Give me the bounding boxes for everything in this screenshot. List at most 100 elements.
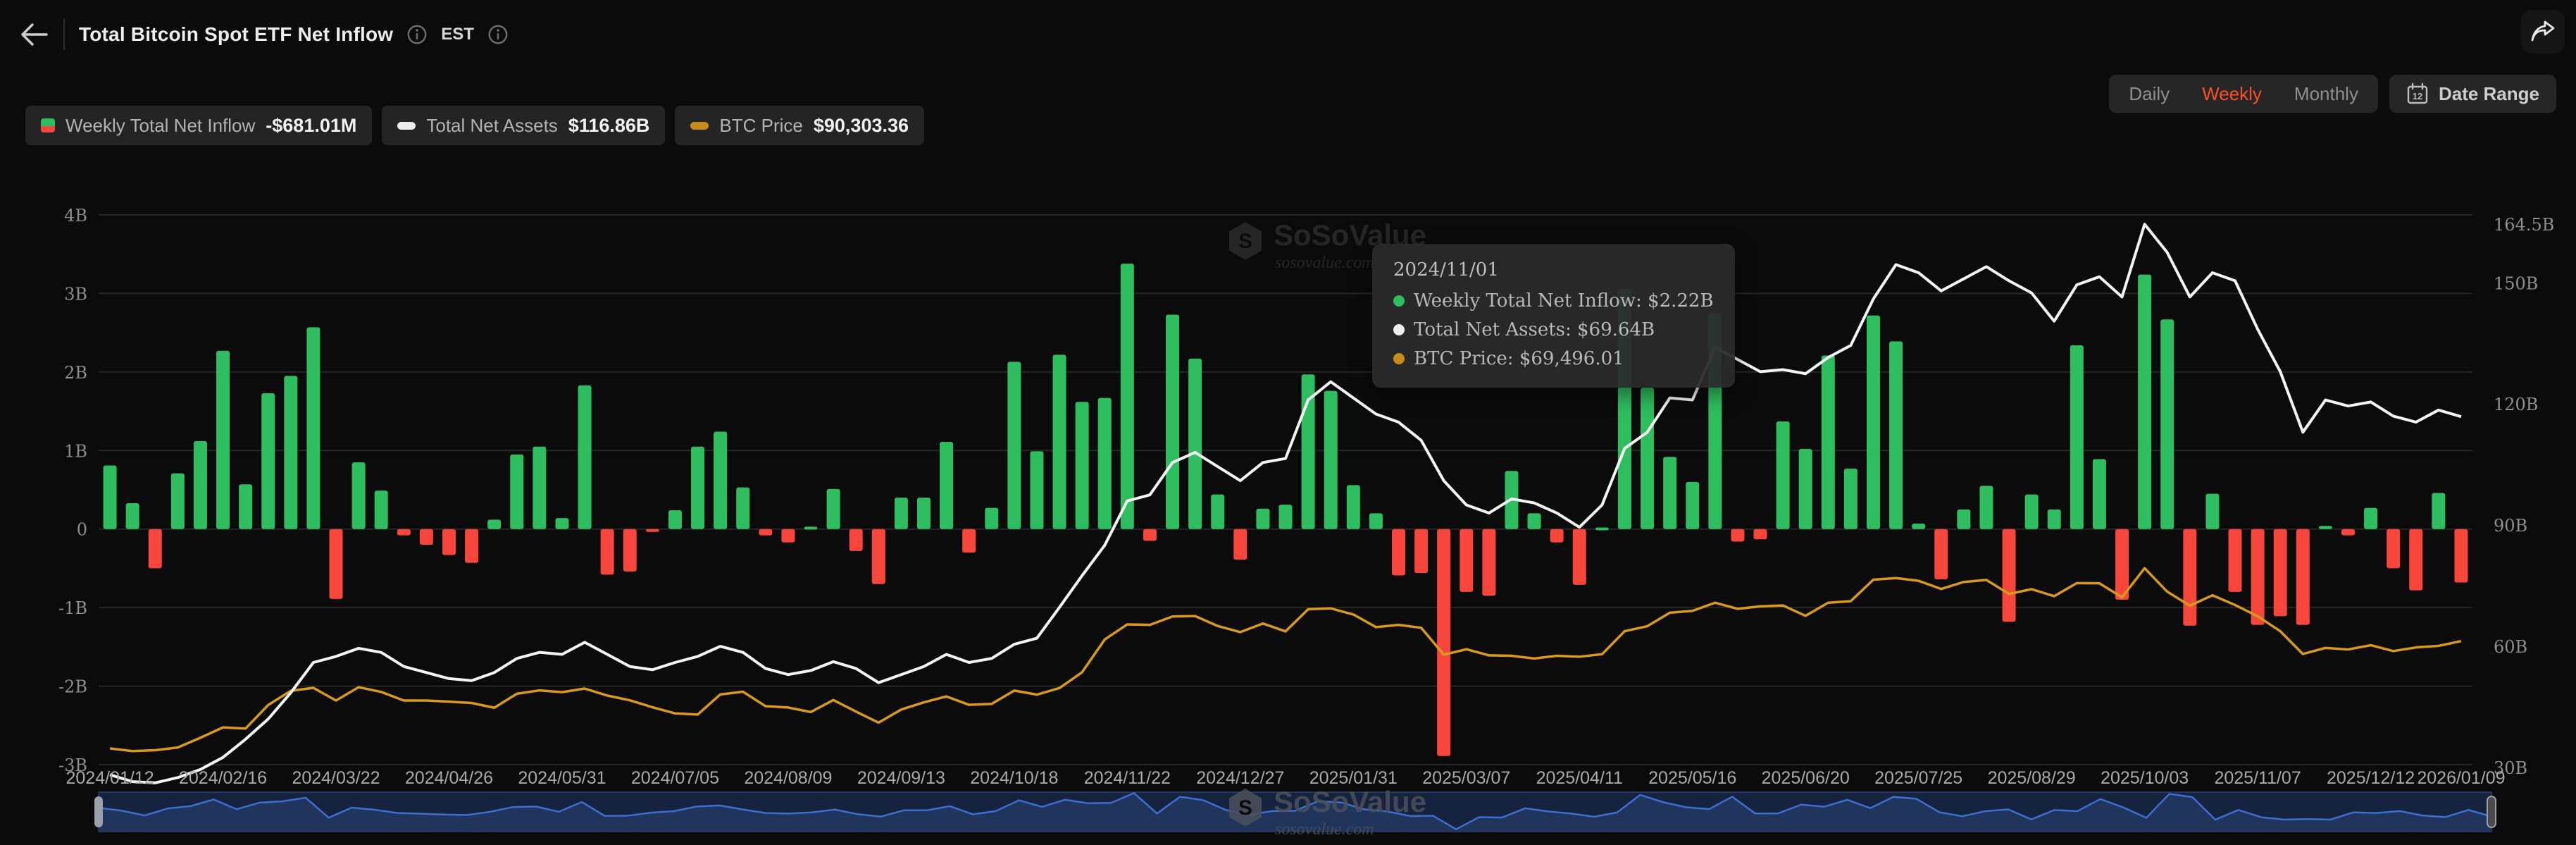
period-option-monthly[interactable]: Monthly [2294, 83, 2358, 105]
inflow-bar-2025/11/21[interactable] [2296, 529, 2310, 625]
inflow-bar-2024/02/16[interactable] [216, 351, 230, 529]
inflow-bar-2024/08/16[interactable] [804, 526, 818, 529]
inflow-bar-2024/08/09[interactable] [781, 529, 795, 543]
inflow-bar-2024/05/17[interactable] [510, 455, 523, 529]
inflow-bar-2024/11/15[interactable] [1098, 398, 1112, 529]
inflow-bar-2024/01/19[interactable] [126, 503, 139, 529]
inflow-bar-2025/10/31[interactable] [2229, 529, 2242, 592]
inflow-bar-2024/07/05[interactable] [668, 510, 682, 529]
inflow-bar-2024/04/26[interactable] [442, 529, 456, 555]
inflow-bar-2025/09/12[interactable] [2070, 345, 2084, 529]
inflow-bar-2024/02/02[interactable] [171, 474, 185, 529]
inflow-bar-2024/12/13[interactable] [1188, 359, 1202, 529]
inflow-bar-2024/04/12[interactable] [397, 529, 411, 536]
inflow-bar-2025/10/03[interactable] [2138, 275, 2151, 529]
inflow-bar-2024/06/28[interactable] [646, 529, 659, 532]
inflow-bar-2025/07/11[interactable] [1867, 316, 1880, 529]
inflow-bar-2024/06/14[interactable] [601, 529, 614, 575]
inflow-bar-2025/10/10[interactable] [2160, 319, 2174, 529]
period-option-daily[interactable]: Daily [2129, 83, 2170, 105]
inflow-bar-2025/08/15[interactable] [1979, 486, 1993, 529]
inflow-bar-2025/10/17[interactable] [2183, 529, 2196, 626]
inflow-bar-2024/09/20[interactable] [917, 498, 931, 529]
inflow-bar-2024/02/23[interactable] [239, 484, 252, 529]
inflow-bar-2025/07/04[interactable] [1844, 469, 1858, 529]
inflow-bar-2025/06/20[interactable] [1799, 449, 1812, 529]
inflow-bar-2024/11/29[interactable] [1143, 529, 1157, 541]
inflow-bar-2024/11/08[interactable] [1076, 402, 1089, 529]
inflow-bar-2025/03/07[interactable] [1460, 529, 1473, 592]
inflow-bar-2025/11/28[interactable] [2319, 526, 2332, 529]
inflow-bar-2024/11/22[interactable] [1121, 264, 1134, 529]
inflow-bar-2024/10/11[interactable] [985, 508, 998, 529]
timezone-info-icon[interactable] [488, 25, 508, 44]
inflow-bar-2024/08/02[interactable] [759, 529, 772, 536]
legend-item-weekly-net-inflow[interactable]: Weekly Total Net Inflow -$681.01M [25, 106, 372, 145]
inflow-bar-2024/05/03[interactable] [465, 529, 478, 563]
title-info-icon[interactable] [407, 25, 427, 44]
inflow-bar-2024/05/10[interactable] [487, 519, 501, 529]
inflow-bar-2025/07/18[interactable] [1889, 341, 1903, 529]
inflow-bar-2024/03/08[interactable] [284, 376, 297, 529]
inflow-bar-2024/09/27[interactable] [940, 442, 953, 529]
inflow-bar-2025/12/05[interactable] [2341, 529, 2355, 536]
inflow-bar-2024/09/13[interactable] [895, 498, 908, 529]
inflow-bar-2025/01/03[interactable] [1256, 509, 1269, 529]
inflow-bar-2024/07/12[interactable] [691, 447, 704, 529]
inflow-bar-2025/06/13[interactable] [1777, 421, 1790, 529]
inflow-bar-2024/04/19[interactable] [420, 529, 433, 545]
inflow-bar-2025/04/04[interactable] [1550, 529, 1564, 543]
inflow-bar-2025/03/28[interactable] [1528, 513, 1541, 529]
inflow-bar-2025/11/14[interactable] [2274, 529, 2287, 617]
inflow-bar-2025/02/28[interactable] [1437, 529, 1450, 756]
inflow-bar-2024/02/09[interactable] [194, 441, 207, 529]
inflow-bar-2025/04/11[interactable] [1573, 529, 1586, 585]
inflow-bar-2025/02/07[interactable] [1369, 513, 1383, 529]
inflow-bar-2024/10/18[interactable] [1007, 362, 1021, 529]
inflow-bar-2025/09/19[interactable] [2093, 459, 2106, 529]
inflow-bar-2025/10/24[interactable] [2205, 494, 2219, 529]
inflow-bar-2025/06/06[interactable] [1754, 529, 1767, 539]
inflow-bar-2025/04/18[interactable] [1595, 527, 1609, 530]
inflow-bar-2024/12/06[interactable] [1166, 315, 1179, 529]
inflow-bar-2024/09/06[interactable] [872, 529, 885, 584]
inflow-bar-2026/01/09[interactable] [2454, 529, 2468, 583]
inflow-bar-2025/05/16[interactable] [1686, 482, 1699, 529]
inflow-bar-2024/01/12[interactable] [104, 465, 117, 529]
inflow-bar-2024/04/05[interactable] [375, 491, 388, 529]
back-button[interactable] [18, 19, 49, 50]
inflow-bar-2025/12/19[interactable] [2387, 529, 2400, 569]
inflow-bar-2024/05/24[interactable] [533, 447, 546, 529]
inflow-bar-2025/12/12[interactable] [2364, 508, 2377, 529]
inflow-bar-2025/03/14[interactable] [1482, 529, 1495, 596]
inflow-bar-2025/01/24[interactable] [1324, 391, 1338, 529]
inflow-bar-2024/08/23[interactable] [827, 489, 840, 529]
inflow-bar-2024/03/15[interactable] [306, 327, 320, 529]
inflow-bar-2025/01/31[interactable] [1347, 485, 1360, 529]
inflow-bar-2024/12/20[interactable] [1211, 495, 1224, 529]
inflow-bar-2026/01/02[interactable] [2432, 493, 2445, 529]
inflow-bar-2024/03/29[interactable] [352, 462, 366, 529]
inflow-bar-2025/09/05[interactable] [2048, 510, 2061, 529]
legend-item-total-net-assets[interactable]: Total Net Assets $116.86B [382, 106, 665, 145]
inflow-bar-2024/08/30[interactable] [850, 529, 863, 551]
inflow-bar-2025/07/25[interactable] [1912, 524, 1925, 529]
inflow-bar-2025/08/22[interactable] [2003, 529, 2016, 622]
inflow-bar-2025/05/09[interactable] [1663, 457, 1676, 529]
inflow-bar-2025/05/02[interactable] [1641, 388, 1654, 529]
inflow-bar-2024/05/31[interactable] [555, 518, 568, 529]
inflow-bar-2024/06/21[interactable] [623, 529, 637, 572]
inflow-bar-2025/08/08[interactable] [1957, 510, 1970, 529]
navigator-handle-left[interactable] [94, 796, 103, 827]
inflow-bar-2024/10/04[interactable] [962, 529, 976, 553]
navigator-handle-right[interactable] [2487, 796, 2496, 827]
inflow-bar-2025/02/21[interactable] [1414, 529, 1428, 573]
inflow-bar-2025/02/14[interactable] [1392, 529, 1405, 576]
inflow-bar-2025/12/26[interactable] [2409, 529, 2422, 591]
inflow-bar-2024/03/01[interactable] [261, 393, 275, 529]
legend-item-btc-price[interactable]: BTC Price $90,303.36 [675, 106, 924, 145]
inflow-bar-2024/10/25[interactable] [1030, 451, 1043, 529]
inflow-bar-2025/01/10[interactable] [1279, 505, 1293, 529]
inflow-bar-2025/05/30[interactable] [1731, 529, 1744, 542]
inflow-bar-2025/06/27[interactable] [1822, 355, 1835, 529]
